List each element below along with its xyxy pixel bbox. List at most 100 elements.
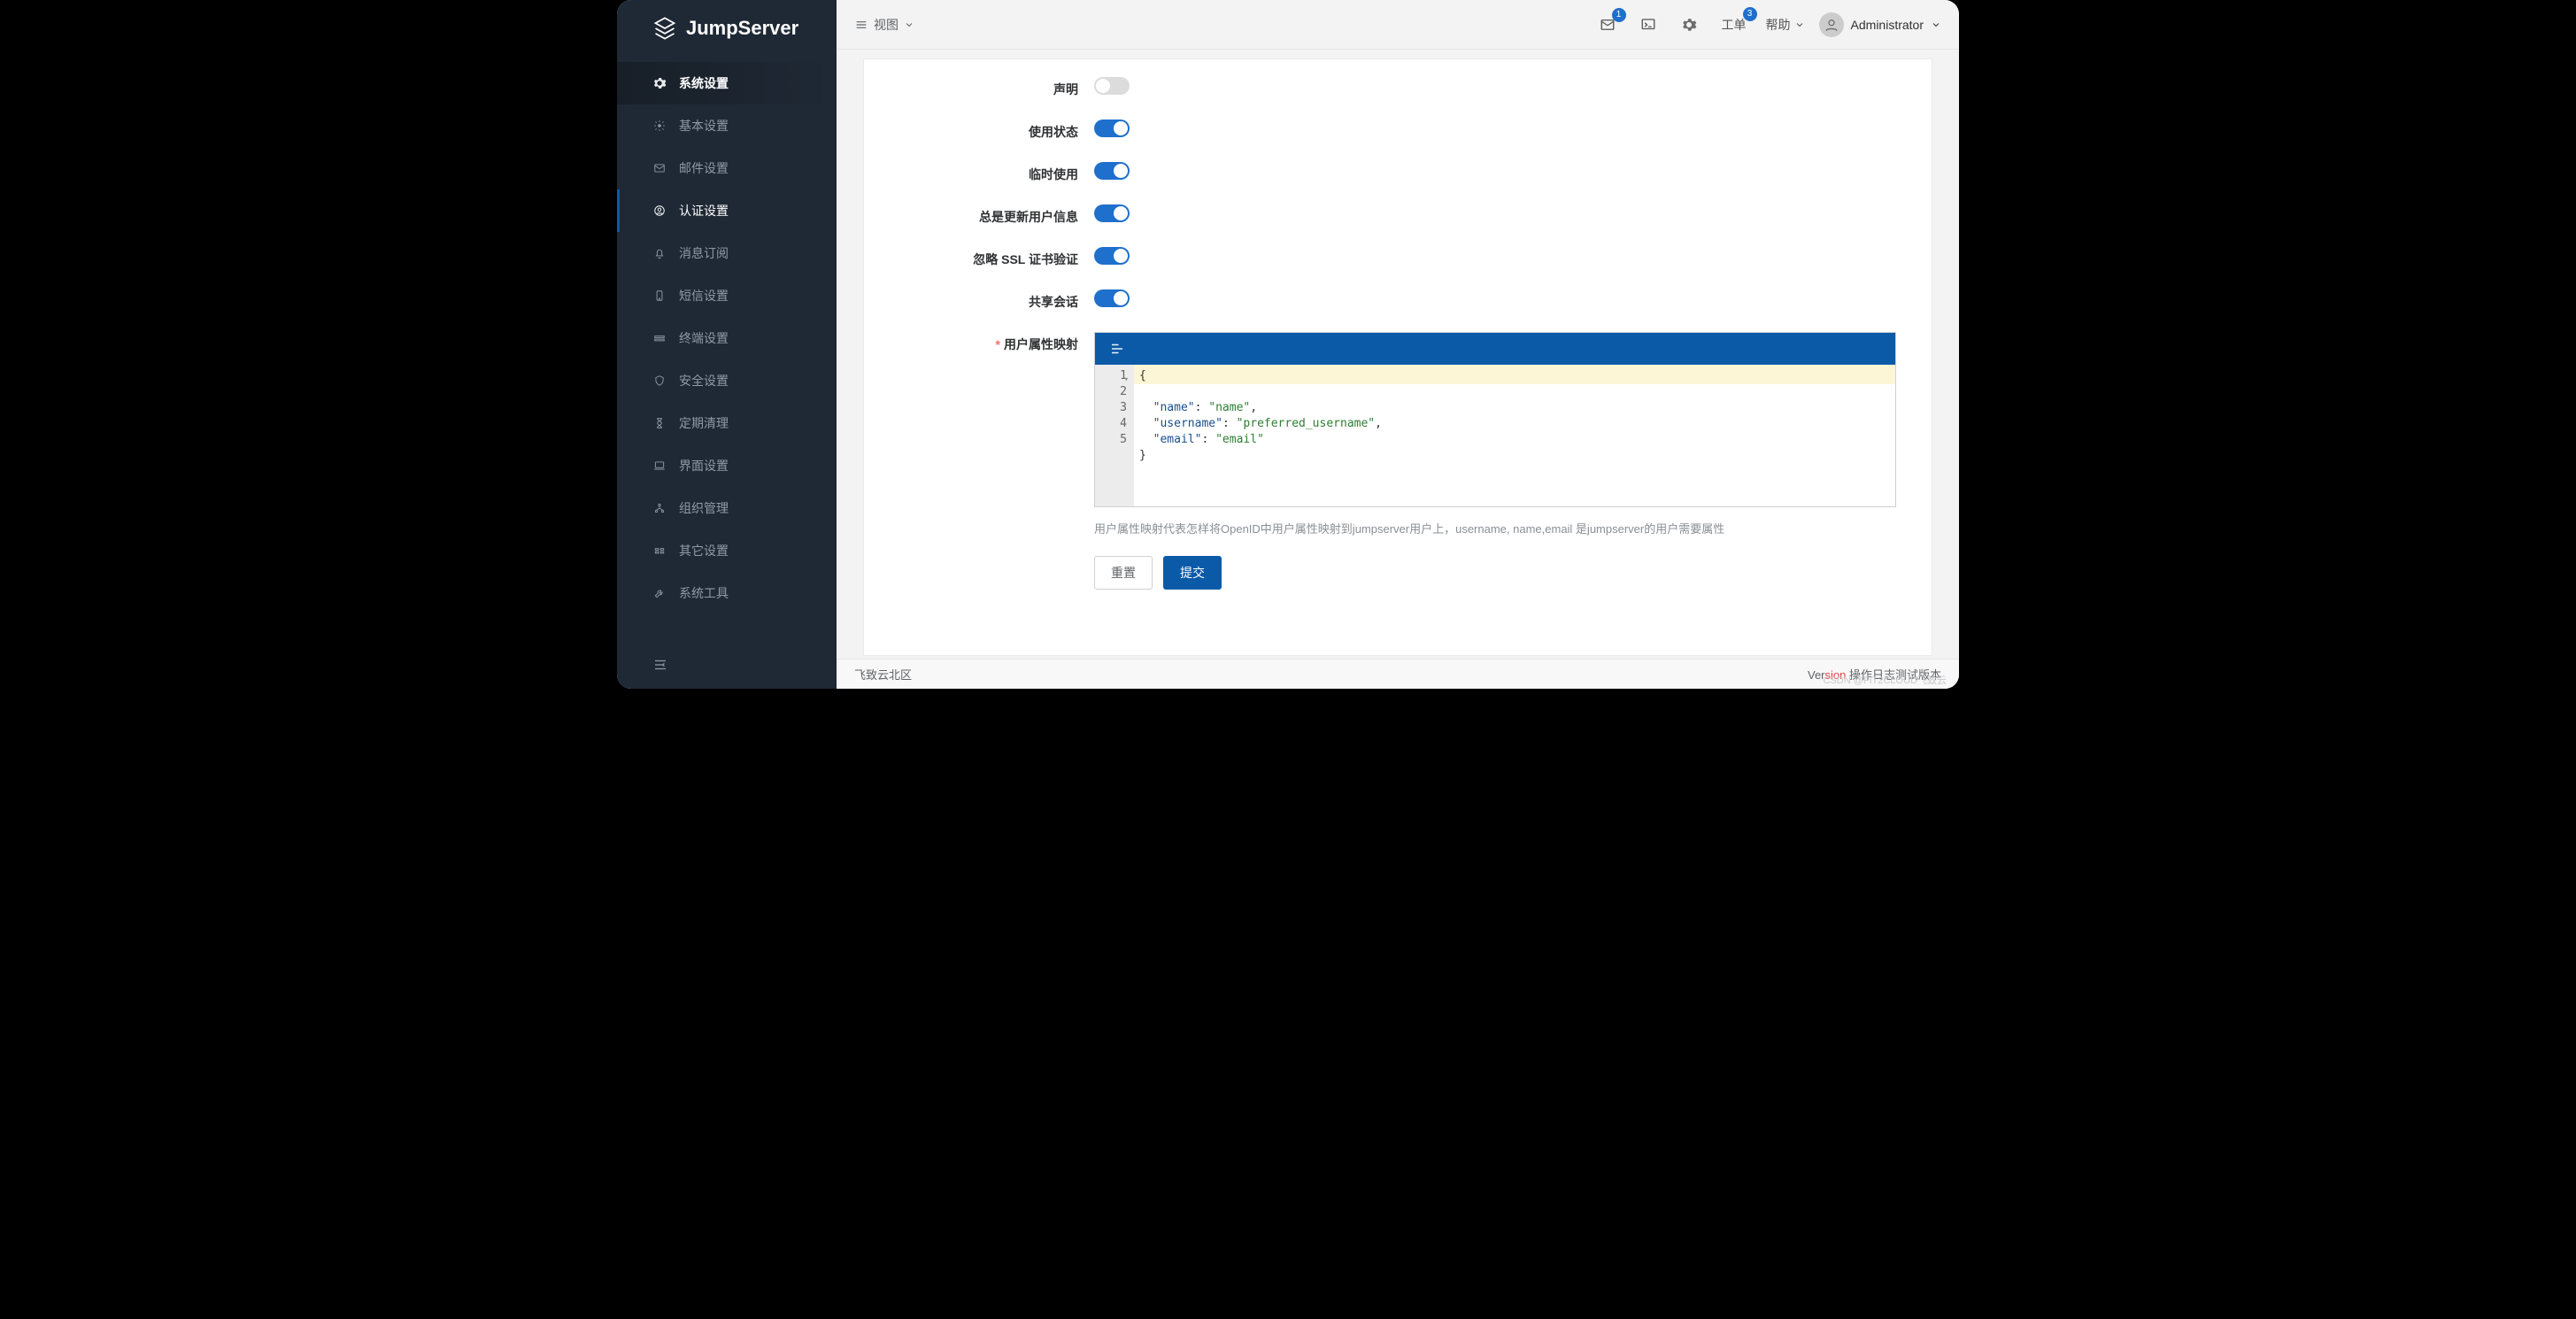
collapse-icon (652, 657, 819, 673)
brand-name: JumpServer (686, 17, 798, 40)
ticket-label: 工单 (1722, 16, 1747, 34)
sidebar-item-sms[interactable]: 短信设置 (617, 274, 837, 317)
submit-button[interactable]: 提交 (1163, 556, 1222, 590)
sidebar-item-label: 消息订阅 (679, 244, 729, 262)
form-row-update: 总是更新用户信息 (899, 204, 1896, 226)
sidebar-item-label: 邮件设置 (679, 159, 729, 177)
reset-button[interactable]: 重置 (1094, 556, 1153, 590)
sidebar-item-label: 界面设置 (679, 457, 729, 474)
sidebar-item-label: 组织管理 (679, 499, 729, 517)
share-label: 共享会话 (899, 289, 1094, 311)
gear-icon (652, 119, 667, 133)
logo-icon (652, 16, 677, 41)
view-selector[interactable]: 视图 (854, 16, 914, 34)
sidebar-item-subscribe[interactable]: 消息订阅 (617, 232, 837, 274)
settings-shortcut-button[interactable] (1676, 13, 1702, 36)
declaration-label: 声明 (899, 77, 1094, 98)
sidebar-item-org[interactable]: 组织管理 (617, 487, 837, 529)
editor-body[interactable]: 1▾ 2 3 4 5 { "name": "name", "username":… (1095, 365, 1895, 506)
menu-lines-icon (854, 18, 868, 32)
temp-switch[interactable] (1094, 162, 1130, 180)
content-area: 声明 使用状态 临时使用 总是更新用户信息 忽略 SSL 证书验证 (837, 50, 1959, 689)
ssl-label: 忽略 SSL 证书验证 (899, 247, 1094, 268)
topbar: 视图 1 工单 3 帮助 Ad (837, 0, 1959, 50)
avatar-icon (1819, 12, 1844, 37)
chevron-down-icon (904, 19, 914, 30)
watermark: CSDN @FIT2CLOUD飞致云 (1823, 673, 1947, 687)
editor-toolbar (1095, 333, 1895, 365)
gear-icon (652, 76, 667, 90)
sidebar-item-auth[interactable]: 认证设置 (617, 189, 837, 232)
editor-code[interactable]: { "name": "name", "username": "preferred… (1134, 365, 1895, 506)
help-label: 帮助 (1766, 16, 1791, 34)
shield-icon (652, 374, 667, 388)
json-editor: 1▾ 2 3 4 5 { "name": "name", "username":… (1094, 332, 1896, 507)
org-icon (652, 501, 667, 515)
sidebar-item-label: 短信设置 (679, 287, 729, 305)
laptop-icon (652, 459, 667, 473)
brand-logo: JumpServer (617, 0, 837, 57)
chevron-down-icon (1931, 19, 1941, 30)
editor-gutter: 1▾ 2 3 4 5 (1095, 365, 1134, 506)
sidebar-menu: 系统设置 基本设置 邮件设置 认证设置 消息订阅 短信设置 (617, 57, 837, 646)
inbox-badge: 1 (1612, 8, 1626, 22)
chevron-down-icon (1794, 19, 1805, 30)
web-terminal-button[interactable] (1635, 13, 1662, 36)
view-label: 视图 (874, 16, 899, 34)
sidebar-item-label: 定期清理 (679, 414, 729, 432)
gear-icon (1681, 17, 1697, 33)
format-button[interactable] (1104, 337, 1130, 360)
ticket-link[interactable]: 工单 3 (1716, 12, 1752, 37)
sidebar-item-label: 系统工具 (679, 584, 729, 602)
user-circle-icon (652, 204, 667, 218)
sidebar-collapse-button[interactable] (617, 646, 837, 689)
sidebar-item-basic[interactable]: 基本设置 (617, 104, 837, 147)
sidebar-item-other[interactable]: 其它设置 (617, 529, 837, 572)
footer: 飞致云北区 Version 操作日志测试版本 (837, 659, 1959, 689)
sidebar-item-interface[interactable]: 界面设置 (617, 444, 837, 487)
sidebar-section-system-settings[interactable]: 系统设置 (617, 62, 837, 104)
sidebar-item-label: 安全设置 (679, 372, 729, 390)
mobile-icon (652, 289, 667, 303)
ticket-badge: 3 (1743, 7, 1757, 21)
sidebar-item-mail[interactable]: 邮件设置 (617, 147, 837, 189)
form-actions: 重置 提交 (1094, 556, 1896, 590)
temp-label: 临时使用 (899, 162, 1094, 183)
form-row-temp: 临时使用 (899, 162, 1896, 183)
sidebar-item-security[interactable]: 安全设置 (617, 359, 837, 402)
more-icon (652, 544, 667, 558)
sidebar-section-label: 系统设置 (679, 74, 729, 92)
share-switch[interactable] (1094, 289, 1130, 307)
main-area: 视图 1 工单 3 帮助 Ad (837, 0, 1959, 689)
user-name: Administrator (1851, 18, 1924, 32)
form-row-declaration: 声明 (899, 77, 1896, 98)
sidebar: JumpServer 系统设置 基本设置 邮件设置 认证设置 消息订阅 (617, 0, 837, 689)
update-label: 总是更新用户信息 (899, 204, 1094, 226)
help-link[interactable]: 帮助 (1766, 16, 1805, 34)
mail-icon (652, 161, 667, 175)
attrmap-label: *用户属性映射 (899, 332, 1094, 353)
enabled-switch[interactable] (1094, 120, 1130, 137)
update-switch[interactable] (1094, 204, 1130, 222)
footer-org: 飞致云北区 (854, 666, 912, 683)
sidebar-item-cleanup[interactable]: 定期清理 (617, 402, 837, 444)
screen-icon (1640, 17, 1656, 33)
terminal-icon (652, 331, 667, 345)
inbox-button[interactable]: 1 (1594, 13, 1621, 36)
sidebar-item-terminal[interactable]: 终端设置 (617, 317, 837, 359)
form-row-attrmap: *用户属性映射 1▾ 2 (899, 332, 1896, 590)
user-menu[interactable]: Administrator (1819, 12, 1941, 37)
enabled-label: 使用状态 (899, 120, 1094, 141)
form-row-share: 共享会话 (899, 289, 1896, 311)
sidebar-item-label: 终端设置 (679, 329, 729, 347)
form-row-ssl: 忽略 SSL 证书验证 (899, 247, 1896, 268)
hourglass-icon (652, 416, 667, 430)
form-row-enabled: 使用状态 (899, 120, 1896, 141)
wrench-icon (652, 586, 667, 600)
sidebar-item-tools[interactable]: 系统工具 (617, 572, 837, 614)
attrmap-help: 用户属性映射代表怎样将OpenID中用户属性映射到jumpserver用户上，u… (1094, 520, 1896, 536)
sidebar-item-label: 基本设置 (679, 117, 729, 135)
ssl-switch[interactable] (1094, 247, 1130, 265)
sidebar-item-label: 其它设置 (679, 542, 729, 559)
declaration-switch[interactable] (1094, 77, 1130, 95)
